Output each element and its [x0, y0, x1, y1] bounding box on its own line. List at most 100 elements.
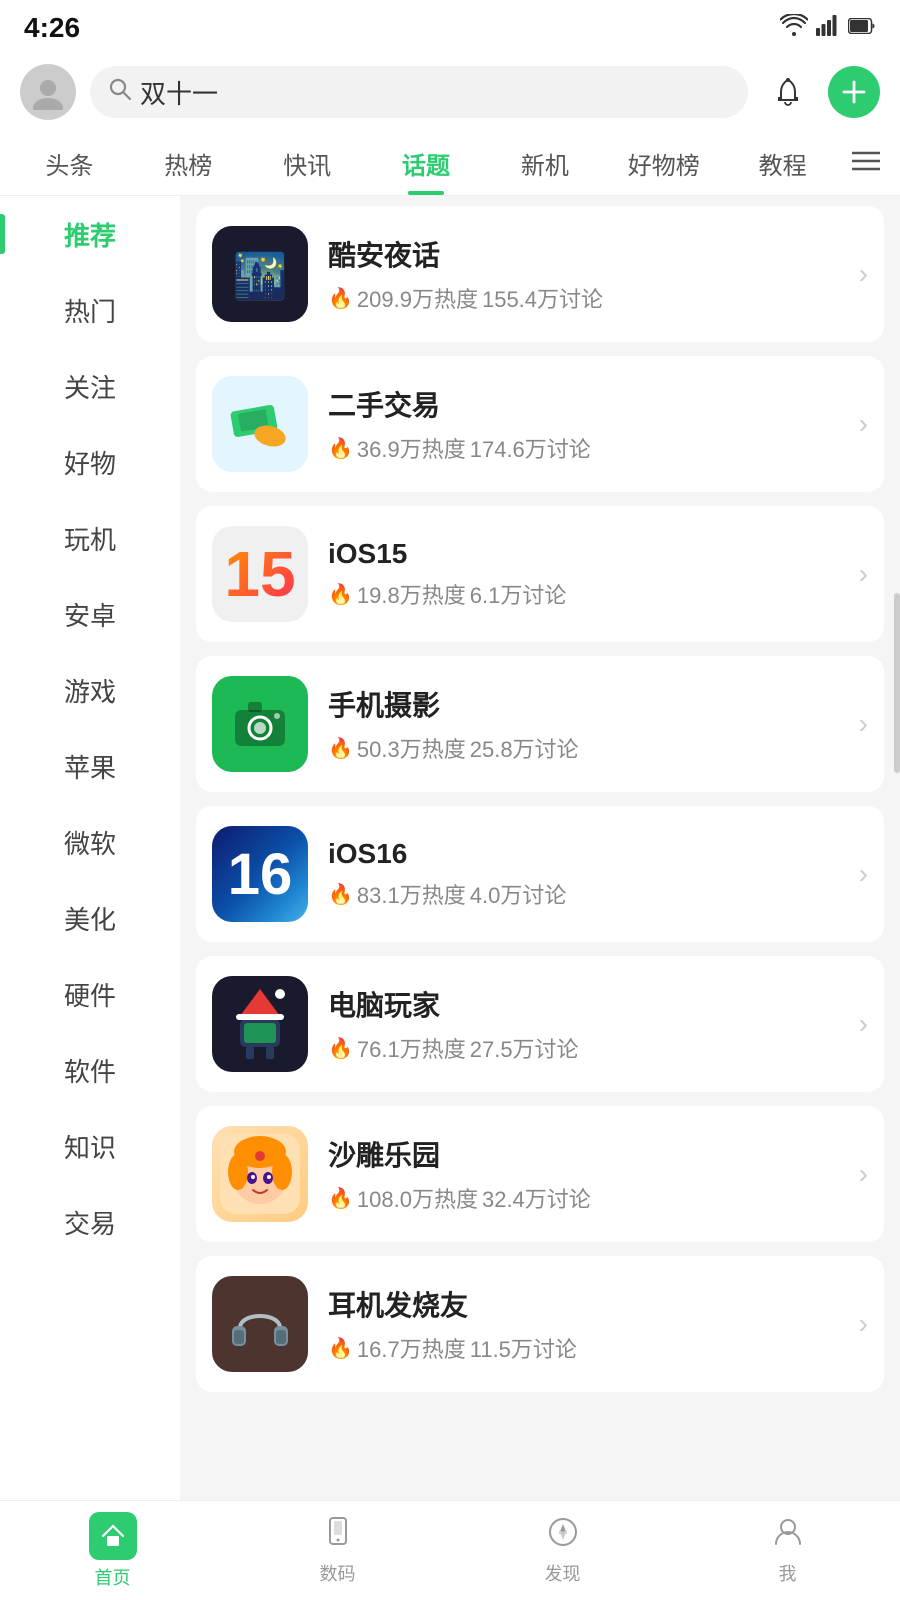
search-text: 双十一 — [140, 74, 218, 111]
topic-stats-3: 🔥 19.8万热度 6.1万讨论 — [328, 578, 859, 610]
bottom-nav-home[interactable]: 首页 — [0, 1501, 225, 1600]
topic-icon-6 — [212, 976, 308, 1072]
bottom-nav-device[interactable]: 数码 — [225, 1501, 450, 1600]
more-menu-button[interactable] — [842, 148, 890, 179]
battery-icon — [848, 17, 876, 40]
topic-title-2: 二手交易 — [328, 384, 859, 424]
topic-stats-7: 🔥 108.0万热度 32.4万讨论 — [328, 1182, 859, 1214]
tab-topics[interactable]: 话题 — [367, 130, 486, 197]
status-time: 4:26 — [24, 12, 80, 44]
add-button[interactable] — [828, 66, 880, 118]
status-bar: 4:26 — [0, 0, 900, 52]
topic-item-1[interactable]: 🌃 酷安夜话 🔥 209.9万热度 155.4万讨论 › — [196, 206, 884, 342]
chevron-5: › — [859, 858, 868, 890]
bell-button[interactable] — [762, 66, 814, 118]
compass-icon — [547, 1516, 579, 1556]
topic-title-8: 耳机发烧友 — [328, 1284, 859, 1324]
bottom-nav-discover[interactable]: 发现 — [450, 1501, 675, 1600]
topic-item-5[interactable]: 16 iOS16 🔥 83.1万热度 4.0万讨论 › — [196, 806, 884, 942]
topic-stats-6: 🔥 76.1万热度 27.5万讨论 — [328, 1032, 859, 1064]
topic-icon-1: 🌃 — [212, 226, 308, 322]
main-content: 推荐 热门 关注 好物 玩机 安卓 游戏 苹果 微软 美化 硬件 软件 知识 交… — [0, 196, 900, 1520]
person-icon — [772, 1516, 804, 1556]
topic-item-6[interactable]: 电脑玩家 🔥 76.1万热度 27.5万讨论 › — [196, 956, 884, 1092]
topic-icon-5: 16 — [212, 826, 308, 922]
sidebar-item-android[interactable]: 安卓 — [0, 576, 180, 652]
header: 双十一 — [0, 52, 900, 132]
topic-title-4: 手机摄影 — [328, 684, 859, 724]
topic-title-7: 沙雕乐园 — [328, 1134, 859, 1174]
device-icon — [322, 1516, 354, 1556]
sidebar-item-microsoft[interactable]: 微软 — [0, 804, 180, 880]
topic-icon-2 — [212, 376, 308, 472]
topic-icon-3: 15 — [212, 526, 308, 622]
topic-item-3[interactable]: 15 iOS15 🔥 19.8万热度 6.1万讨论 › — [196, 506, 884, 642]
topic-info-2: 二手交易 🔥 36.9万热度 174.6万讨论 — [328, 384, 859, 464]
chevron-4: › — [859, 708, 868, 740]
sidebar-item-beauty[interactable]: 美化 — [0, 880, 180, 956]
sidebar-item-play[interactable]: 玩机 — [0, 500, 180, 576]
sidebar-item-hardware[interactable]: 硬件 — [0, 956, 180, 1032]
topic-title-5: iOS16 — [328, 838, 859, 870]
sidebar-item-follow[interactable]: 关注 — [0, 348, 180, 424]
topic-item-2[interactable]: 二手交易 🔥 36.9万热度 174.6万讨论 › — [196, 356, 884, 492]
tab-goodlist[interactable]: 好物榜 — [604, 130, 723, 197]
topic-title-3: iOS15 — [328, 538, 859, 570]
ios15-text: 15 — [224, 537, 295, 611]
topic-item-8[interactable]: 耳机发烧友 🔥 16.7万热度 11.5万讨论 › — [196, 1256, 884, 1392]
signal-icon — [816, 14, 840, 42]
topic-title-1: 酷安夜话 — [328, 234, 859, 274]
fire-icon-5: 🔥 — [328, 882, 353, 907]
fire-icon-1: 🔥 — [328, 286, 353, 311]
avatar[interactable] — [20, 64, 76, 120]
chevron-3: › — [859, 558, 868, 590]
svg-text:🌃: 🌃 — [233, 251, 288, 301]
topic-icon-4 — [212, 676, 308, 772]
bottom-nav: 首页 数码 发现 我 — [0, 1500, 900, 1600]
chevron-8: › — [859, 1308, 868, 1340]
sidebar-item-hot[interactable]: 热门 — [0, 272, 180, 348]
topic-list: 🌃 酷安夜话 🔥 209.9万热度 155.4万讨论 › — [180, 196, 900, 1502]
status-icons — [780, 14, 876, 42]
fire-icon-4: 🔥 — [328, 736, 353, 761]
topic-info-3: iOS15 🔥 19.8万热度 6.1万讨论 — [328, 538, 859, 610]
topic-stats-5: 🔥 83.1万热度 4.0万讨论 — [328, 878, 859, 910]
sidebar-item-knowledge[interactable]: 知识 — [0, 1108, 180, 1184]
scrollbar — [894, 593, 900, 773]
topic-info-7: 沙雕乐园 🔥 108.0万热度 32.4万讨论 — [328, 1134, 859, 1214]
topic-icon-8 — [212, 1276, 308, 1372]
ios16-text: 16 — [228, 841, 293, 908]
tab-headlines[interactable]: 头条 — [10, 130, 129, 197]
tab-hot[interactable]: 热榜 — [129, 130, 248, 197]
topic-item-7[interactable]: 沙雕乐园 🔥 108.0万热度 32.4万讨论 › — [196, 1106, 884, 1242]
profile-label: 我 — [779, 1560, 797, 1586]
sidebar-item-recommend[interactable]: 推荐 — [0, 196, 180, 272]
search-icon — [108, 77, 132, 107]
topic-info-5: iOS16 🔥 83.1万热度 4.0万讨论 — [328, 838, 859, 910]
discover-label: 发现 — [545, 1560, 581, 1586]
topic-item-4[interactable]: 手机摄影 🔥 50.3万热度 25.8万讨论 › — [196, 656, 884, 792]
nav-tabs: 头条 热榜 快讯 话题 新机 好物榜 教程 — [0, 132, 900, 196]
home-label: 首页 — [95, 1564, 131, 1590]
fire-icon-8: 🔥 — [328, 1336, 353, 1361]
device-label: 数码 — [320, 1560, 356, 1586]
tab-news[interactable]: 快讯 — [248, 130, 367, 197]
sidebar-item-game[interactable]: 游戏 — [0, 652, 180, 728]
topic-icon-7 — [212, 1126, 308, 1222]
tab-newphones[interactable]: 新机 — [485, 130, 604, 197]
fire-icon-6: 🔥 — [328, 1036, 353, 1061]
home-icon — [89, 1512, 137, 1560]
sidebar-item-goods[interactable]: 好物 — [0, 424, 180, 500]
tab-tutorial[interactable]: 教程 — [723, 130, 842, 197]
bottom-nav-profile[interactable]: 我 — [675, 1501, 900, 1600]
chevron-2: › — [859, 408, 868, 440]
sidebar-item-trade[interactable]: 交易 — [0, 1184, 180, 1260]
chevron-1: › — [859, 258, 868, 290]
topic-info-6: 电脑玩家 🔥 76.1万热度 27.5万讨论 — [328, 984, 859, 1064]
topic-info-1: 酷安夜话 🔥 209.9万热度 155.4万讨论 — [328, 234, 859, 314]
sidebar-item-software[interactable]: 软件 — [0, 1032, 180, 1108]
fire-icon-3: 🔥 — [328, 582, 353, 607]
topic-stats-1: 🔥 209.9万热度 155.4万讨论 — [328, 282, 859, 314]
sidebar-item-apple[interactable]: 苹果 — [0, 728, 180, 804]
search-bar[interactable]: 双十一 — [90, 66, 748, 118]
